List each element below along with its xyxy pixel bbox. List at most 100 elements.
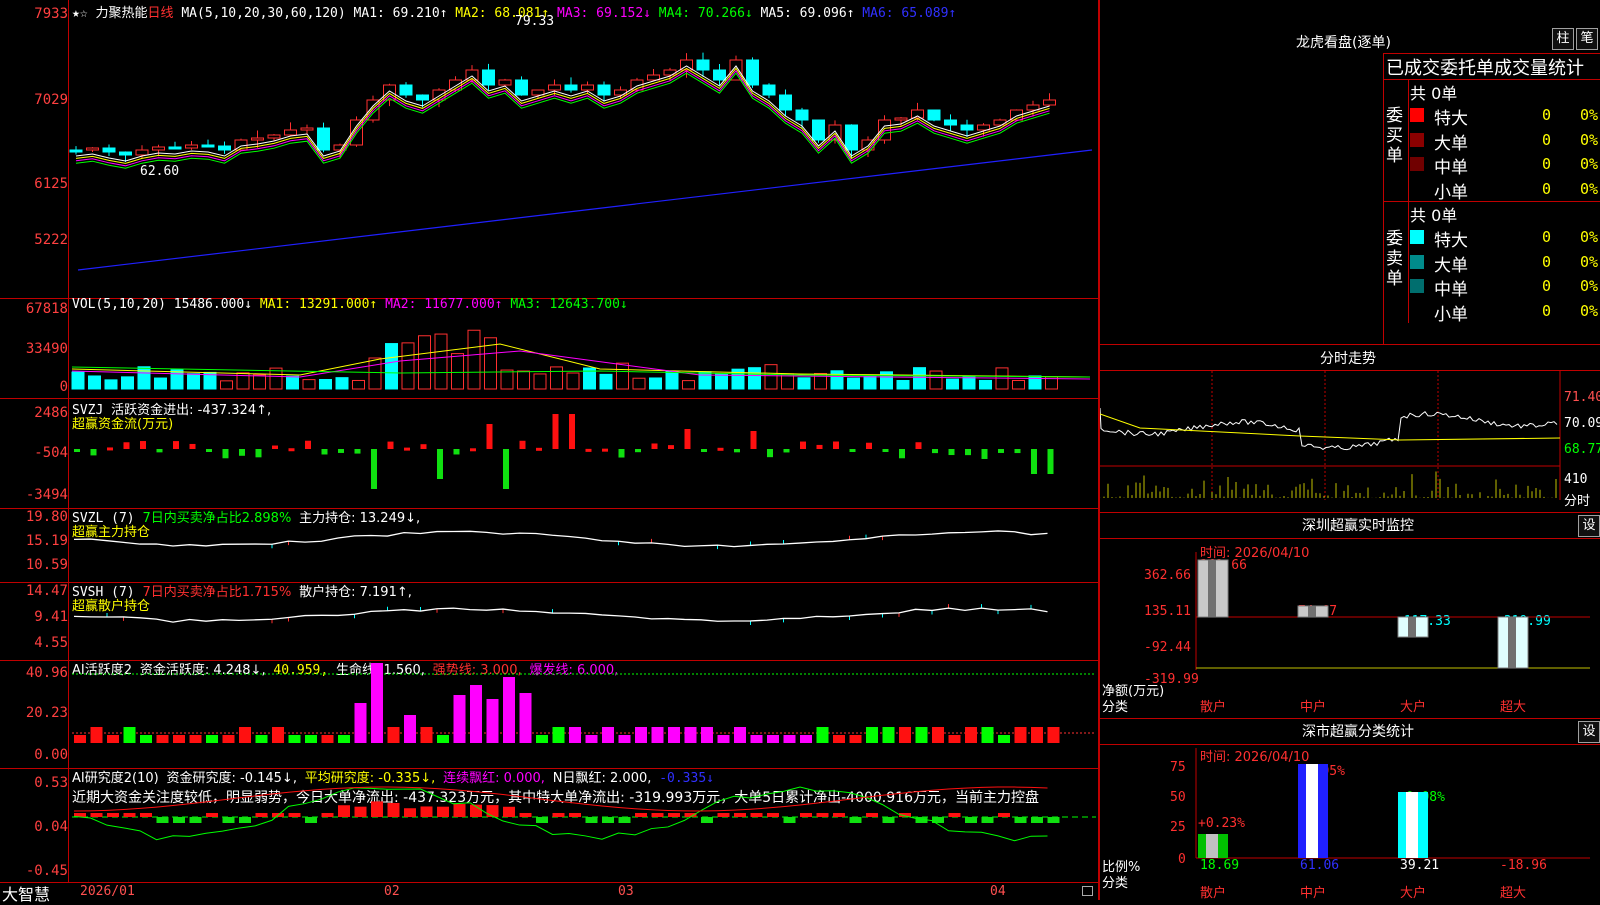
- research-bar: [206, 813, 218, 817]
- activity-bar: [239, 727, 251, 743]
- volume-panel[interactable]: 67818 33490 0 VOL(5,10,20) 15486.000↓ MA…: [0, 297, 1098, 399]
- volume-bar: [434, 333, 448, 390]
- svsh-panel[interactable]: 14.47 9.41 4.55 SVSH (7) 7日内买卖净占比1.715% …: [0, 582, 1098, 661]
- activity-bar: [156, 735, 169, 743]
- activity-bar: [585, 735, 598, 743]
- volume-bar: [517, 370, 530, 390]
- sz-monitor-panel[interactable]: 深圳超赢实时监控 设 时间: 2026/04/10 362.66 135.11 …: [1099, 512, 1600, 718]
- research-bar: [486, 805, 499, 817]
- flow-bar: [1047, 449, 1054, 474]
- research-bar: [965, 817, 977, 823]
- flow-bar: [701, 449, 707, 452]
- volume-bar: [632, 377, 646, 390]
- volume-bar: [748, 367, 761, 390]
- activity-bar: [470, 685, 482, 743]
- candlestick-chart: [69, 52, 1093, 271]
- candle: [135, 149, 149, 156]
- activity-bar: [338, 735, 350, 743]
- buy-orders-label: 委买单: [1386, 106, 1403, 166]
- flow-bar: [717, 447, 724, 451]
- svzl-panel[interactable]: 19.80 15.19 10.59 SVZL (7) 7日内买卖净占比2.898…: [0, 508, 1098, 583]
- research-bar: [222, 817, 235, 823]
- research-bar: [140, 813, 152, 817]
- date-tick: 03: [618, 884, 634, 899]
- sz-class-panel[interactable]: 深市超赢分类统计 设 时间: 2026/04/10 75 50 25 0 比例%…: [1099, 718, 1600, 901]
- candle: [152, 146, 165, 151]
- holding-line: [73, 607, 1048, 623]
- tick-mode-button[interactable]: 笔: [1576, 28, 1598, 50]
- volume-bar: [715, 373, 728, 390]
- volume-bar: [979, 379, 992, 390]
- svsh-line: [73, 604, 1048, 625]
- research-bar: [651, 813, 664, 817]
- activity-bar: [552, 727, 565, 743]
- candle: [251, 137, 264, 141]
- research-bar: [552, 813, 565, 817]
- activity-bar: [866, 727, 878, 743]
- flow-bar: [387, 441, 394, 449]
- intraday-panel[interactable]: 分时走势 71.40 70.09 68.77 410 分时: [1099, 344, 1600, 512]
- sell-total: 共 0单: [1410, 206, 1458, 225]
- price-panel[interactable]: 7933 7029 6125 5222 ★☆ 力聚热能日线 MA(5,10,20…: [0, 0, 1098, 298]
- lock-icon[interactable]: [1082, 886, 1093, 896]
- flow-bar: [404, 447, 410, 451]
- date-tick: 2026/01: [80, 884, 135, 899]
- dragon-row-pct: 0%: [1580, 106, 1599, 124]
- flow-bar: [272, 445, 278, 449]
- flow-bar: [305, 440, 311, 449]
- volume-bar: [665, 371, 679, 390]
- candle: [713, 69, 726, 81]
- dragon-table: 已成交委托单成交量统计 委买单 共 0单 特大 0 0% 大单 0 0% 中单 0 0% 小单 0 0…: [1383, 53, 1600, 345]
- avg-research-line: [73, 786, 1048, 812]
- activity-bar: [833, 735, 845, 743]
- volume-bar: [401, 342, 415, 390]
- candle: [927, 109, 941, 121]
- flow-bar: [1014, 449, 1021, 454]
- research-bar: [998, 813, 1010, 817]
- candle: [614, 89, 627, 96]
- candle: [779, 94, 792, 111]
- research-bar: [503, 806, 515, 817]
- research-bar: [189, 817, 202, 823]
- flow-bar: [123, 442, 130, 449]
- dragon-row-value: 0: [1542, 228, 1552, 246]
- dragon-row-value: 0: [1542, 252, 1552, 271]
- activity-bar: [948, 735, 961, 743]
- research-bar: [701, 817, 713, 823]
- volume-bar: [649, 377, 662, 390]
- ai1-bars: [72, 663, 1096, 743]
- bar-mode-button[interactable]: 柱: [1552, 28, 1574, 50]
- flow-bar: [222, 449, 229, 459]
- research-bar: [239, 817, 251, 823]
- class-bar-shade: [1206, 834, 1218, 858]
- activity-bar: [767, 735, 779, 743]
- avg-line: [1100, 413, 1561, 441]
- candle: [696, 59, 710, 71]
- volume-bar: [566, 372, 580, 390]
- activity-bar: [519, 693, 532, 743]
- volume-bar: [962, 376, 976, 390]
- activity-bar: [882, 727, 895, 743]
- svzj-panel[interactable]: 2486 -504 -3494 SVZJ 活跃资金进出: -437.324↑, …: [0, 398, 1098, 509]
- research-bar: [305, 817, 317, 823]
- dragon-tabs[interactable]: 已成交委托单成交量统计: [1386, 54, 1584, 80]
- volume-bar: [170, 369, 184, 390]
- research-bar: [255, 813, 268, 817]
- activity-bar: [305, 735, 317, 743]
- color-swatch: [1410, 230, 1424, 244]
- flow-bar: [965, 449, 971, 456]
- candle: [218, 145, 231, 151]
- candle: [399, 84, 413, 96]
- volume-bar: [764, 364, 778, 390]
- flow-bar: [684, 429, 691, 449]
- ai-activity-panel[interactable]: 40.96 20.23 0.00 AI活跃度2 资金活跃度: 4.248↓, 4…: [0, 660, 1098, 769]
- research-bar: [734, 813, 746, 817]
- volume-bar: [467, 329, 481, 390]
- flow-bar: [882, 449, 889, 452]
- activity-bar: [536, 735, 548, 743]
- dragon-row-pct: 0%: [1580, 277, 1599, 295]
- activity-bar: [668, 727, 680, 743]
- dragon-tiger-panel: 龙虎看盘(逐单) 柱 笔 已成交委托单成交量统计 委买单 共 0单 特大 0 0% 大…: [1099, 0, 1600, 345]
- activity-bar: [651, 727, 664, 743]
- ai-research-panel[interactable]: 0.53 0.04 -0.45 AI研究度2(10) 资金研究度: -0.145…: [0, 768, 1098, 883]
